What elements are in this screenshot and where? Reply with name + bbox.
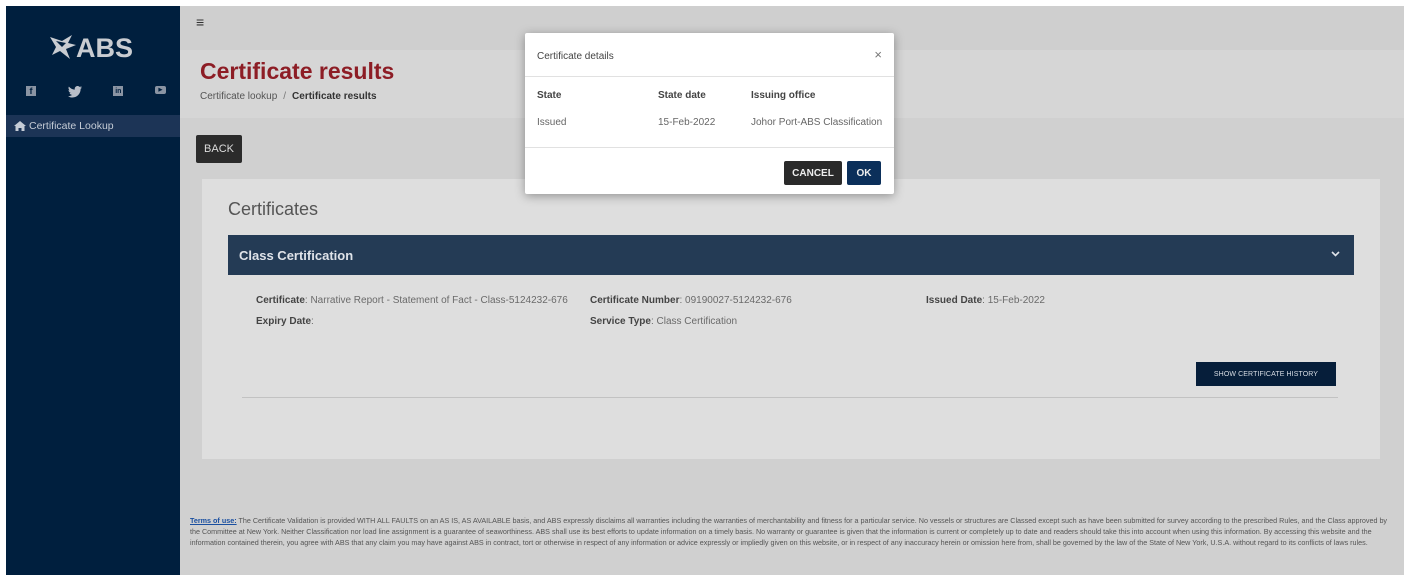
twitter-icon[interactable]: [67, 86, 82, 98]
expiry-date-field: Expiry Date:: [256, 316, 314, 327]
service-type-label: Service Type: [590, 316, 651, 327]
sidebar-item-certificate-lookup[interactable]: Certificate Lookup: [6, 115, 180, 137]
certificate-number-label: Certificate Number: [590, 295, 680, 306]
expiry-date-value: :: [311, 316, 314, 327]
facebook-icon[interactable]: f: [26, 86, 36, 96]
cell-issuing-office: Johor Port-ABS Classification: [751, 117, 883, 128]
expiry-date-label: Expiry Date: [256, 316, 312, 327]
column-header-state: State: [537, 90, 562, 101]
modal-title: Certificate details: [537, 51, 614, 62]
class-certification-accordion[interactable]: Class Certification: [228, 235, 1354, 275]
certificates-card: Certificates Class Certification Certifi…: [202, 179, 1380, 459]
service-type-field: Service Type: Class Certification: [590, 316, 737, 327]
service-type-value: : Class Certification: [650, 316, 738, 327]
terms-text: The Certificate Validation is provided W…: [190, 516, 1388, 548]
certificate-details-modal: Certificate details × State State date I…: [525, 33, 894, 194]
chevron-down-icon[interactable]: [1331, 249, 1340, 258]
modal-header: Certificate details ×: [525, 33, 894, 77]
sidebar-item-label: Certificate Lookup: [29, 120, 114, 132]
app-window: ABS f in ▶ Certificate Lookup ≡ Certific…: [6, 6, 1404, 575]
terms-of-use-link[interactable]: Terms of use:: [190, 516, 237, 525]
cell-state-date: 15-Feb-2022: [658, 117, 716, 128]
column-header-state-date: State date: [658, 90, 706, 101]
certificate-value: : Narrative Report - Statement of Fact -…: [304, 295, 568, 306]
breadcrumb: Certificate lookup / Certificate results: [200, 91, 377, 102]
column-header-issuing-office: Issuing office: [751, 90, 816, 101]
breadcrumb-separator: /: [283, 91, 287, 102]
certificates-heading: Certificates: [228, 199, 319, 219]
certificate-field: Certificate: Narrative Report - Statemen…: [256, 295, 568, 306]
ok-button[interactable]: OK: [847, 161, 881, 185]
logo-text: ABS: [76, 32, 134, 63]
breadcrumb-current: Certificate results: [292, 91, 377, 102]
divider: [242, 397, 1338, 398]
youtube-icon[interactable]: ▶: [154, 86, 166, 94]
eagle-logo-icon: [50, 35, 76, 59]
cancel-button[interactable]: CANCEL: [784, 161, 842, 185]
accordion-title: Class Certification: [239, 248, 354, 263]
certificate-number-field: Certificate Number: 09190027-5124232-676: [590, 295, 792, 306]
hamburger-icon[interactable]: ≡: [196, 14, 204, 30]
issued-date-label: Issued Date: [926, 295, 983, 306]
close-icon[interactable]: ×: [874, 47, 882, 62]
terms-of-use: Terms of use: The Certificate Validation…: [190, 515, 1396, 549]
issued-date-field: Issued Date: 15-Feb-2022: [926, 295, 1045, 306]
social-links: f in ▶: [26, 86, 166, 98]
show-certificate-history-button[interactable]: SHOW CERTIFICATE HISTORY: [1196, 362, 1336, 386]
issued-date-value: : 15-Feb-2022: [982, 295, 1045, 306]
home-icon: [14, 121, 26, 131]
sidebar: ABS f in ▶ Certificate Lookup: [6, 6, 180, 575]
cell-state: Issued: [537, 117, 567, 128]
back-button[interactable]: BACK: [196, 135, 242, 163]
page-title: Certificate results: [200, 58, 395, 84]
linkedin-icon[interactable]: in: [113, 86, 124, 96]
modal-footer-divider: [525, 147, 894, 148]
certificate-label: Certificate: [256, 295, 305, 306]
abs-logo[interactable]: ABS: [46, 28, 146, 68]
breadcrumb-link-certificate-lookup[interactable]: Certificate lookup: [200, 91, 277, 102]
certificate-number-value: : 09190027-5124232-676: [679, 295, 792, 306]
